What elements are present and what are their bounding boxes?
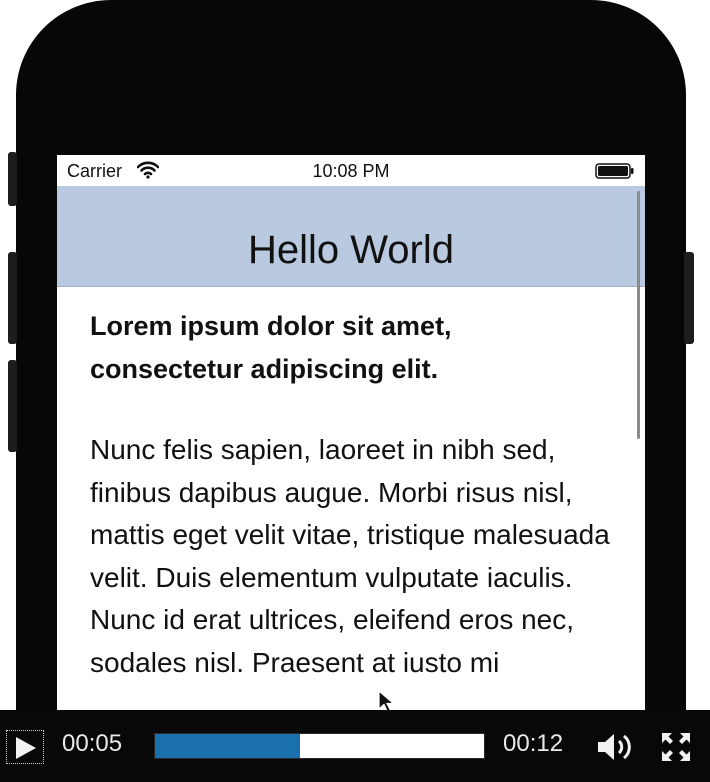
video-player-controls: 00:05 00:12 [0, 710, 710, 782]
play-button[interactable] [6, 730, 44, 764]
battery-icon [595, 163, 635, 179]
volume-up-side-button [8, 252, 17, 344]
scroll-indicator[interactable] [637, 191, 640, 439]
fullscreen-icon[interactable] [660, 731, 692, 763]
power-side-button [684, 252, 694, 344]
navigation-bar: Hello World [57, 186, 645, 287]
status-time: 10:08 PM [312, 161, 390, 181]
lead-paragraph: Lorem ipsum dolor sit amet, consectetur … [90, 311, 452, 384]
progress-bar[interactable] [154, 733, 485, 759]
progress-fill [155, 734, 300, 758]
body-paragraph: Nunc felis sapien, laoreet in nibh sed, … [90, 434, 610, 678]
total-duration: 00:12 [503, 730, 564, 757]
status-bar: Carrier 10:08 PM [57, 155, 645, 186]
page-title: Hello World [248, 228, 454, 272]
volume-icon[interactable] [596, 732, 634, 762]
play-icon [16, 737, 36, 759]
article-content: Lorem ipsum dolor sit amet, consectetur … [90, 305, 610, 684]
mute-switch [8, 152, 17, 206]
phone-screen: Carrier 10:08 PM Hello World Lorem ipsum… [57, 155, 645, 715]
current-time: 00:05 [62, 730, 123, 757]
volume-down-side-button [8, 360, 17, 452]
